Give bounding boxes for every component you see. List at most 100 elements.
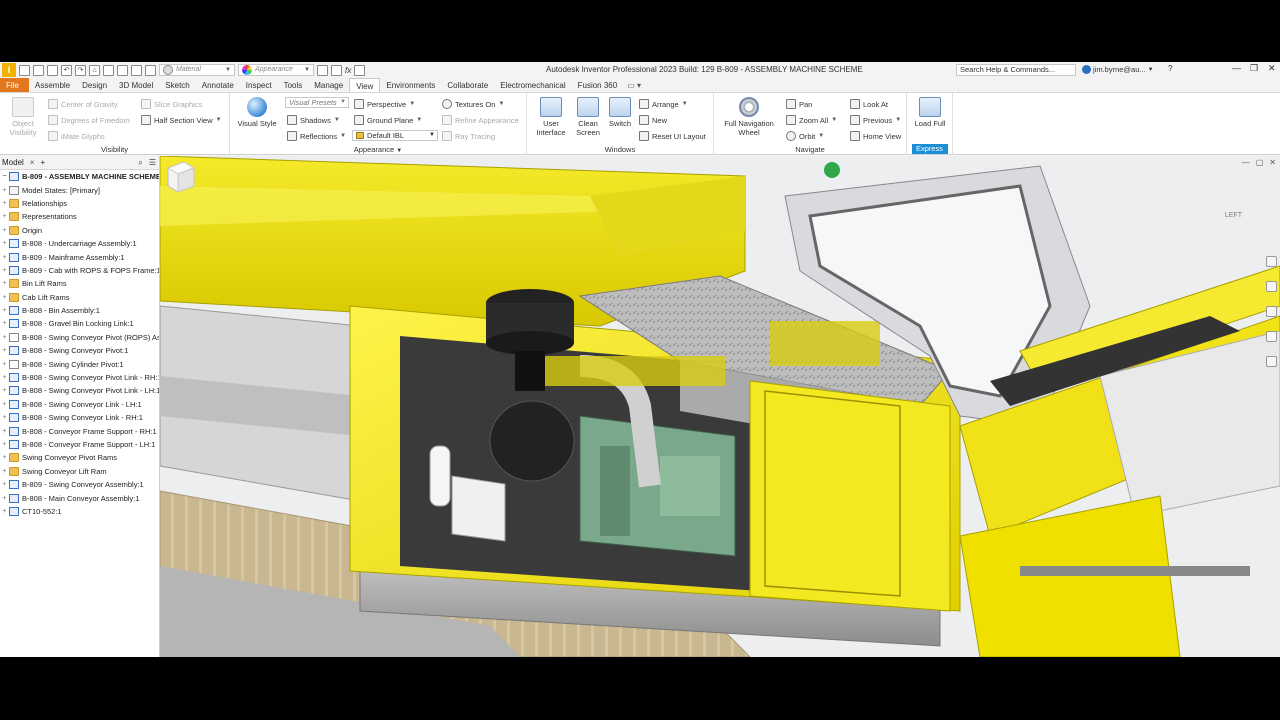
browser-tree-item[interactable]: + Swing Conveyor Pivot Rams — [0, 451, 159, 464]
help-button[interactable]: ? — [1168, 64, 1172, 73]
tab-3d-model[interactable]: 3D Model — [113, 78, 159, 92]
expand-icon[interactable]: + — [0, 227, 9, 234]
expand-icon[interactable]: + — [0, 267, 9, 274]
tab-collaborate[interactable]: Collaborate — [441, 78, 494, 92]
half-section-view-button[interactable]: Half Section View ▼ — [141, 115, 222, 125]
browser-tree-item[interactable]: + B-808 - Swing Conveyor Link - RH:1 — [0, 411, 159, 424]
steering-wheel-icon[interactable] — [1265, 256, 1277, 267]
viewcube[interactable] — [160, 156, 200, 196]
clear-appearance-icon[interactable] — [317, 64, 328, 76]
look-at-icon[interactable] — [1265, 356, 1277, 367]
expand-icon[interactable]: + — [0, 495, 9, 502]
tab-design[interactable]: Design — [76, 78, 113, 92]
select-icon[interactable] — [117, 64, 128, 76]
browser-tree-item[interactable]: + B-808 - Bin Assembly:1 — [0, 304, 159, 317]
new-window-button[interactable]: New — [639, 115, 667, 125]
expand-icon[interactable]: + — [0, 213, 9, 220]
browser-tree-item[interactable]: + B-808 - Undercarriage Assembly:1 — [0, 237, 159, 250]
visual-style-button[interactable]: Visual Style — [234, 97, 280, 128]
fx-parameters-button[interactable]: fx — [345, 66, 351, 75]
browser-tree-item[interactable]: + Relationships — [0, 197, 159, 210]
arrange-button[interactable]: Arrange ▼ — [639, 99, 688, 109]
look-at-button[interactable]: Look At — [850, 99, 888, 109]
browser-tree-item[interactable]: + B-808 - Swing Conveyor Pivot (ROPS) Ass… — [0, 331, 159, 344]
browser-tree-item[interactable]: + B-808 - Conveyor Frame Support - RH:1 — [0, 424, 159, 437]
fuel-tank-cylinder[interactable] — [489, 400, 575, 482]
expand-icon[interactable]: + — [0, 254, 9, 261]
browser-tree-item[interactable]: + Bin Lift Rams — [0, 277, 159, 290]
expand-icon[interactable]: + — [0, 401, 9, 408]
minimize-view-icon[interactable]: — — [1242, 158, 1250, 167]
reflections-button[interactable]: Reflections ▼ — [287, 131, 346, 141]
expand-icon[interactable]: + — [0, 187, 9, 194]
browser-tree-item[interactable]: + B-808 - Swing Conveyor Pivot Link - LH:… — [0, 384, 159, 397]
project-icon[interactable] — [145, 64, 156, 76]
service-door-panel[interactable] — [749, 380, 951, 612]
help-search-input[interactable]: Search Help & Commands... — [956, 64, 1076, 76]
expand-icon[interactable]: + — [0, 334, 9, 341]
expand-icon[interactable]: + — [0, 387, 9, 394]
restore-icon[interactable]: ❐ — [1250, 63, 1258, 74]
tab-manage[interactable]: Manage — [308, 78, 349, 92]
open-file-icon[interactable] — [33, 64, 44, 76]
full-navigation-wheel-button[interactable]: Full Navigation Wheel — [718, 97, 780, 137]
expand-icon[interactable]: + — [0, 481, 9, 488]
orbit-icon[interactable] — [1265, 331, 1277, 342]
expand-icon[interactable]: + — [0, 454, 9, 461]
expand-icon[interactable]: + — [0, 320, 9, 327]
tab-environments[interactable]: Environments — [380, 78, 441, 92]
browser-tree-item[interactable]: + B-808 - Main Conveyor Assembly:1 — [0, 491, 159, 504]
visual-presets-select[interactable]: Visual Presets ▼ — [285, 97, 349, 108]
browser-tab-model[interactable]: Model — [2, 158, 24, 167]
expand-icon[interactable]: + — [0, 508, 9, 515]
object-visibility-button[interactable]: Object Visibility — [4, 97, 42, 137]
expand-icon[interactable]: + — [0, 441, 9, 448]
expand-icon[interactable]: + — [0, 280, 9, 287]
material-select[interactable]: Material ▼ — [159, 64, 235, 76]
expand-icon[interactable]: + — [0, 240, 9, 247]
expand-icon[interactable]: + — [0, 200, 9, 207]
close-icon[interactable]: ✕ — [1269, 158, 1276, 167]
switch-button[interactable]: Switch — [605, 97, 635, 128]
expand-icon[interactable]: + — [0, 361, 9, 368]
pan-button[interactable]: Pan — [786, 99, 812, 109]
browser-tree-item[interactable]: + B-808 - Gravel Bin Locking Link:1 — [0, 317, 159, 330]
redo-icon[interactable]: ↷ — [75, 64, 86, 76]
inventor-logo[interactable]: I — [2, 63, 16, 77]
minimize-icon[interactable]: — — [1232, 63, 1241, 73]
collapse-icon[interactable]: − — [0, 173, 9, 180]
close-icon[interactable]: × — [30, 158, 35, 167]
ibl-select[interactable]: Default IBL ▼ — [352, 130, 438, 141]
ground-plane-button[interactable]: Ground Plane ▼ — [354, 115, 422, 125]
ribbon-display-options-icon[interactable]: ▭ ▾ — [623, 78, 645, 92]
save-icon[interactable] — [47, 64, 58, 76]
shadows-button[interactable]: Shadows ▼ — [287, 115, 340, 125]
tab-view[interactable]: View — [349, 78, 381, 92]
tab-sketch[interactable]: Sketch — [159, 78, 195, 92]
clean-screen-button[interactable]: Clean Screen — [571, 97, 605, 137]
menu-icon[interactable]: ☰ — [149, 158, 156, 168]
browser-tree-item[interactable]: + Cab Lift Rams — [0, 291, 159, 304]
expand-icon[interactable]: + — [0, 294, 9, 301]
electrical-box[interactable] — [451, 475, 506, 542]
textures-on-button[interactable]: Textures On ▼ — [442, 99, 504, 109]
browser-tree-item[interactable]: + CT10-552:1 — [0, 505, 159, 518]
browser-tree-item[interactable]: + B-808 - Swing Conveyor Pivot:1 — [0, 344, 159, 357]
tab-file[interactable]: File — [0, 78, 29, 92]
tab-tools[interactable]: Tools — [278, 78, 309, 92]
browser-tree-item[interactable]: + B-809 - Mainframe Assembly:1 — [0, 250, 159, 263]
new-file-icon[interactable] — [19, 64, 30, 76]
expand-icon[interactable]: + — [0, 307, 9, 314]
undo-icon[interactable]: ↶ — [61, 64, 72, 76]
search-icon[interactable]: ⌕ — [138, 158, 142, 168]
refine-appearance-button[interactable]: Refine Appearance — [442, 115, 519, 125]
browser-tree-item[interactable]: + Representations — [0, 210, 159, 223]
perspective-button[interactable]: Perspective ▼ — [354, 99, 415, 109]
appearance-select[interactable]: Appearance ▼ — [238, 64, 314, 76]
tab-annotate[interactable]: Annotate — [196, 78, 240, 92]
center-of-gravity-button[interactable]: Center of Gravity — [48, 99, 118, 109]
degrees-of-freedom-button[interactable]: Degrees of Freedom — [48, 115, 130, 125]
imate-glyphs-button[interactable]: iMate Glyphs — [48, 131, 105, 141]
zoom-icon[interactable] — [1265, 306, 1277, 317]
browser-tree-item[interactable]: + B-808 - Swing Conveyor Pivot Link - RH:… — [0, 371, 159, 384]
